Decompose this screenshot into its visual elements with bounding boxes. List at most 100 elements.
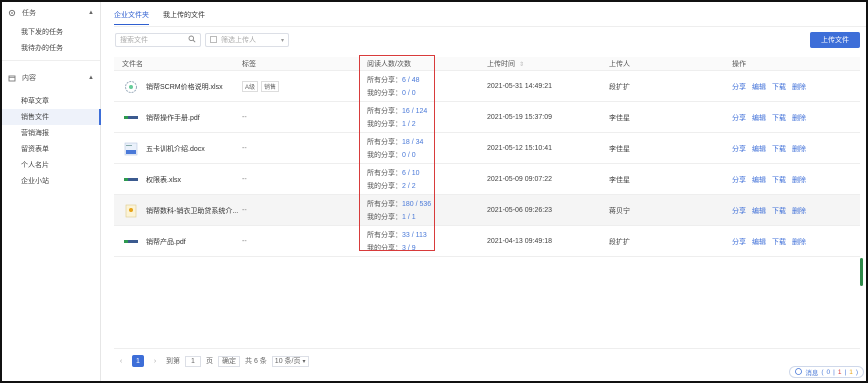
edit-button[interactable]: 编辑 bbox=[752, 144, 766, 154]
file-name-cell[interactable]: 销帮SCRM价格说明.xlsx bbox=[122, 71, 223, 102]
header-upload-time[interactable]: 上传时间 ⇕ bbox=[487, 59, 524, 69]
sidebar-item-todo-tasks[interactable]: 我待办的任务 bbox=[2, 40, 100, 56]
folder-icon bbox=[8, 74, 16, 82]
uploader-name: 李佳星 bbox=[609, 176, 630, 184]
sidebar-item-forms[interactable]: 留资表单 bbox=[2, 141, 100, 157]
sidebar-group-tasks[interactable]: 任务 ▲ bbox=[2, 2, 100, 24]
tags-cell: -- bbox=[242, 114, 247, 121]
sidebar: 任务 ▲ 我下发的任务 我待办的任务 内容 ▲ 种草文章 销售文件 营销海报 留… bbox=[2, 2, 101, 381]
download-button[interactable]: 下载 bbox=[772, 175, 786, 185]
file-name-cell[interactable]: 五卡训机介绍.docx bbox=[122, 133, 205, 164]
tab-company-folder[interactable]: 企业文件夹 bbox=[114, 10, 149, 25]
file-name: 销帮操作手册.pdf bbox=[146, 114, 200, 122]
edit-button[interactable]: 编辑 bbox=[752, 113, 766, 123]
delete-button[interactable]: 删除 bbox=[792, 206, 806, 216]
prev-page-icon[interactable]: ‹ bbox=[115, 355, 127, 367]
download-button[interactable]: 下载 bbox=[772, 82, 786, 92]
tab-my-uploads[interactable]: 我上传的文件 bbox=[163, 10, 205, 25]
bell-icon bbox=[795, 367, 803, 377]
uploader-name: 蒋贝宁 bbox=[609, 207, 630, 215]
tag-badge: 销售 bbox=[261, 81, 280, 92]
row-actions: 分享 编辑 下载 删除 bbox=[732, 164, 806, 195]
sort-icon[interactable]: ⇕ bbox=[519, 62, 524, 68]
file-name: 销帮数科-销衣卫助贷系统介... bbox=[146, 207, 239, 215]
share-button[interactable]: 分享 bbox=[732, 113, 746, 123]
share-button[interactable]: 分享 bbox=[732, 175, 746, 185]
delete-button[interactable]: 删除 bbox=[792, 82, 806, 92]
tab-bar: 企业文件夹 我上传的文件 bbox=[114, 10, 205, 25]
message-badge[interactable]: 消息 ( 0 | 1 | 1 ) bbox=[789, 366, 864, 378]
delete-button[interactable]: 删除 bbox=[792, 113, 806, 123]
file-name: 五卡训机介绍.docx bbox=[146, 145, 205, 153]
page-number-current[interactable]: 1 bbox=[132, 355, 144, 367]
filter-placeholder: 筛选上传人 bbox=[221, 37, 256, 44]
sidebar-group-content[interactable]: 内容 ▲ bbox=[2, 67, 100, 89]
sidebar-item-label: 个人名片 bbox=[21, 162, 49, 169]
message-count-c: 1 bbox=[849, 368, 853, 376]
share-button[interactable]: 分享 bbox=[732, 144, 746, 154]
next-page-icon[interactable]: › bbox=[149, 355, 161, 367]
search-icon[interactable] bbox=[188, 35, 196, 45]
download-button[interactable]: 下载 bbox=[772, 144, 786, 154]
share-button[interactable]: 分享 bbox=[732, 206, 746, 216]
edit-button[interactable]: 编辑 bbox=[752, 175, 766, 185]
sidebar-item-label: 留资表单 bbox=[21, 146, 49, 153]
download-button[interactable]: 下载 bbox=[772, 237, 786, 247]
sidebar-item-label: 我下发的任务 bbox=[21, 29, 63, 36]
page-size-select[interactable]: 10 条/页 ▾ bbox=[271, 355, 309, 367]
delete-button[interactable]: 删除 bbox=[792, 175, 806, 185]
search-placeholder: 搜索文件 bbox=[120, 37, 148, 44]
table-row: 销帮SCRM价格说明.xlsx A级 销售 所有分享：6 / 48 我的分享：0… bbox=[114, 71, 860, 102]
sidebar-item-label: 种草文章 bbox=[21, 98, 49, 105]
sidebar-item-sales-files[interactable]: 销售文件 bbox=[2, 109, 101, 125]
upload-file-button[interactable]: 上传文件 bbox=[810, 32, 860, 48]
message-label: 消息 bbox=[805, 370, 819, 377]
table-header: 文件名 标签 阅读人数/次数 上传时间 ⇕ 上传人 操作 bbox=[114, 57, 860, 71]
main-content: 企业文件夹 我上传的文件 搜索文件 筛选上传人 ▾ 上传文件 文件名 标签 阅读… bbox=[101, 2, 866, 381]
message-bracket-close: ) bbox=[855, 368, 858, 376]
file-name-cell[interactable]: 销帮产品.pdf bbox=[122, 226, 186, 257]
upload-time: 2021-04-13 09:49:18 bbox=[487, 238, 552, 245]
file-name: 销帮SCRM价格说明.xlsx bbox=[146, 83, 223, 91]
upload-time: 2021-05-31 14:49:21 bbox=[487, 83, 552, 90]
upload-time: 2021-05-19 15:37:09 bbox=[487, 114, 552, 121]
excel-file-thumbnail-icon bbox=[122, 173, 140, 187]
edit-button[interactable]: 编辑 bbox=[752, 206, 766, 216]
tags-cell: -- bbox=[242, 176, 247, 183]
sidebar-item-issued-tasks[interactable]: 我下发的任务 bbox=[2, 24, 100, 40]
message-separator: | bbox=[844, 368, 847, 376]
chevron-up-icon: ▲ bbox=[88, 10, 94, 16]
delete-button[interactable]: 删除 bbox=[792, 237, 806, 247]
edit-button[interactable]: 编辑 bbox=[752, 237, 766, 247]
goto-confirm-button[interactable]: 确定 bbox=[218, 355, 240, 367]
delete-button[interactable]: 删除 bbox=[792, 144, 806, 154]
pagination: ‹ 1 › 到第 1 页 确定 共 6 条 10 条/页 ▾ bbox=[115, 355, 309, 367]
sidebar-item-posters[interactable]: 营销海报 bbox=[2, 125, 100, 141]
file-name-cell[interactable]: 权限表.xlsx bbox=[122, 164, 181, 195]
search-input[interactable]: 搜索文件 bbox=[115, 33, 201, 47]
pdf-file-thumbnail-icon bbox=[122, 111, 140, 125]
sidebar-item-business-card[interactable]: 个人名片 bbox=[2, 157, 100, 173]
scrollbar-indicator[interactable] bbox=[860, 258, 863, 286]
share-button[interactable]: 分享 bbox=[732, 82, 746, 92]
share-button[interactable]: 分享 bbox=[732, 237, 746, 247]
uploader-name: 李佳星 bbox=[609, 114, 630, 122]
file-name-cell[interactable]: 销帮操作手册.pdf bbox=[122, 102, 200, 133]
chevron-down-icon: ▾ bbox=[280, 37, 284, 44]
table-row: 销帮操作手册.pdf -- 所有分享：16 / 124 我的分享：1 / 2 2… bbox=[114, 102, 860, 133]
tags-cell: -- bbox=[242, 207, 247, 214]
table-row: 销帮数科-销衣卫助贷系统介... -- 所有分享：180 / 536 我的分享：… bbox=[114, 195, 860, 226]
gear-icon bbox=[8, 9, 16, 17]
sidebar-divider bbox=[2, 60, 100, 61]
uploader-filter-select[interactable]: 筛选上传人 ▾ bbox=[205, 33, 289, 47]
download-button[interactable]: 下载 bbox=[772, 113, 786, 123]
file-name-cell[interactable]: 销帮数科-销衣卫助贷系统介... bbox=[122, 195, 238, 226]
sidebar-item-mini-site[interactable]: 企业小站 bbox=[2, 173, 100, 189]
pdf-file-thumbnail-icon bbox=[122, 235, 140, 249]
row-actions: 分享 编辑 下载 删除 bbox=[732, 133, 806, 164]
sidebar-item-articles[interactable]: 种草文章 bbox=[2, 93, 100, 109]
download-button[interactable]: 下载 bbox=[772, 206, 786, 216]
goto-page-input[interactable]: 1 bbox=[185, 355, 201, 367]
file-name: 销帮产品.pdf bbox=[146, 238, 186, 246]
edit-button[interactable]: 编辑 bbox=[752, 82, 766, 92]
